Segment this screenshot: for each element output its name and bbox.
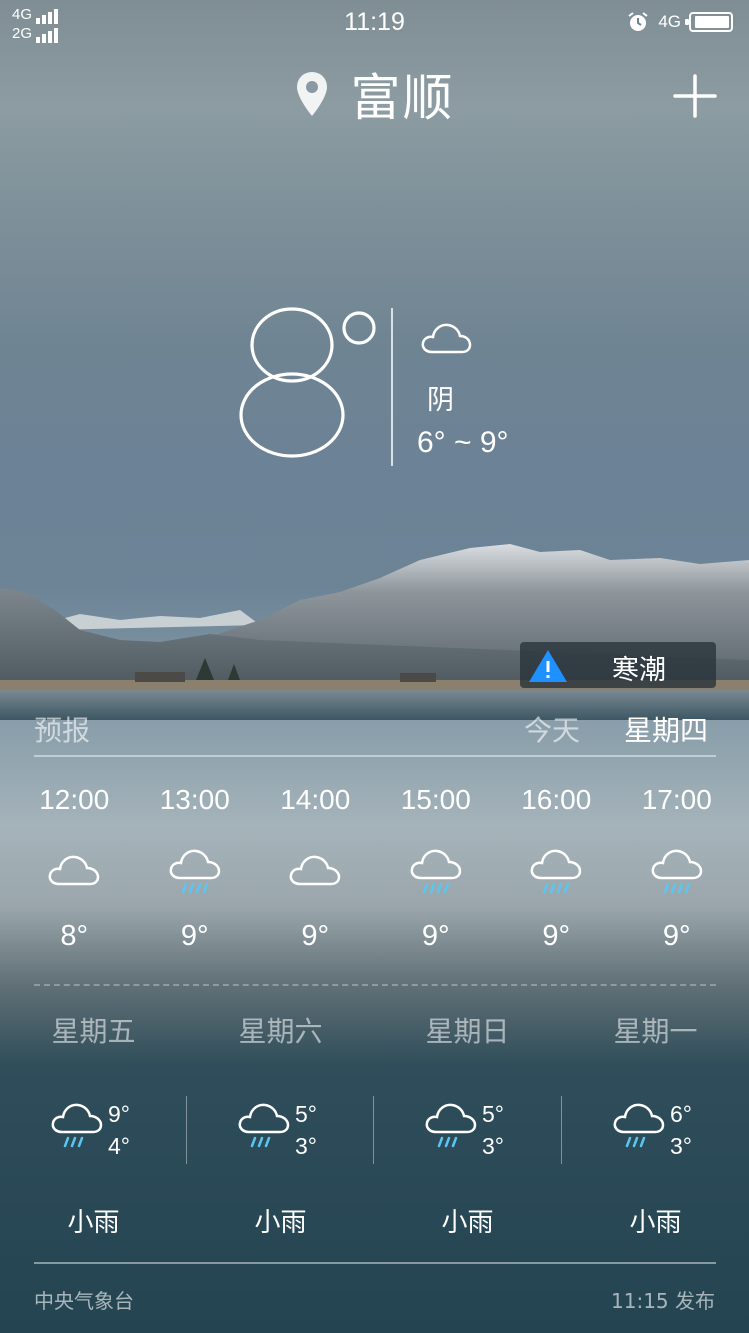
hour-time: 17:00 bbox=[641, 784, 712, 815]
day-name: 星期日 bbox=[425, 1015, 510, 1048]
cloud-icon bbox=[289, 855, 341, 886]
forecast-label: 预报 bbox=[34, 714, 91, 747]
city-header[interactable]: 富顺 bbox=[0, 58, 749, 130]
hour-time: 15:00 bbox=[400, 784, 471, 815]
hourly-forecast: 12:00 8° 13:00 9° 14:00 9° 15:00 9° 16:0… bbox=[14, 784, 738, 953]
location-pin-icon bbox=[296, 72, 327, 116]
rain-cloud-icon bbox=[530, 849, 582, 894]
day-low: 3° bbox=[670, 1133, 692, 1159]
day-high: 6° bbox=[670, 1101, 692, 1127]
publish-time: 11:15 发布 bbox=[611, 1289, 715, 1313]
hourly-daily-divider bbox=[34, 984, 716, 986]
hourly-item: 15:00 9° bbox=[376, 784, 497, 953]
rain-cloud-icon bbox=[238, 1103, 290, 1148]
network-type-right: 4G bbox=[658, 12, 681, 31]
weather-screen: 4G 2G 11:19 4G 富顺 阴 6° ~ 9° 寒潮 预报 今天 星期四… bbox=[0, 0, 749, 1333]
day-high: 5° bbox=[295, 1101, 317, 1127]
day-temp-range: 9° 4° bbox=[108, 1098, 130, 1162]
day-separator bbox=[561, 1096, 562, 1164]
hour-temp: 9° bbox=[301, 920, 330, 952]
hour-temp: 8° bbox=[60, 920, 89, 952]
current-temp-range: 6° ~ 9° bbox=[417, 426, 509, 459]
day-temp-range: 5° 3° bbox=[482, 1098, 504, 1162]
day-low: 4° bbox=[108, 1133, 130, 1159]
data-source: 中央气象台 bbox=[34, 1289, 134, 1313]
hour-time: 12:00 bbox=[39, 784, 110, 815]
footer-divider bbox=[34, 1262, 716, 1264]
day-condition: 小雨 bbox=[67, 1208, 120, 1238]
day-low: 3° bbox=[295, 1133, 317, 1159]
cloud-icon bbox=[48, 855, 100, 886]
day-low: 3° bbox=[482, 1133, 504, 1159]
current-divider bbox=[391, 308, 393, 466]
mountain-landscape bbox=[0, 544, 749, 720]
day-temp-range: 5° 3° bbox=[295, 1098, 317, 1162]
hourly-item: 13:00 9° bbox=[135, 784, 256, 953]
warning-triangle-icon bbox=[529, 650, 567, 682]
status-right: 4G bbox=[626, 10, 733, 34]
hour-temp: 9° bbox=[662, 920, 691, 952]
hour-time: 16:00 bbox=[521, 784, 592, 815]
day-condition: 小雨 bbox=[441, 1208, 494, 1238]
hourly-item: 16:00 9° bbox=[496, 784, 617, 953]
current-temperature-graphic bbox=[239, 307, 376, 458]
day-condition: 小雨 bbox=[254, 1208, 307, 1238]
current-condition: 阴 bbox=[427, 385, 454, 416]
day-temp-range: 6° 3° bbox=[670, 1098, 692, 1162]
day-separator bbox=[373, 1096, 374, 1164]
rain-cloud-icon bbox=[169, 849, 221, 894]
day-separator bbox=[186, 1096, 187, 1164]
day-name: 星期五 bbox=[51, 1015, 136, 1048]
hour-temp: 9° bbox=[421, 920, 450, 952]
rain-cloud-icon bbox=[613, 1103, 665, 1148]
rain-cloud-icon bbox=[425, 1103, 477, 1148]
hourly-item: 17:00 9° bbox=[617, 784, 738, 953]
status-bar: 4G 2G 11:19 4G bbox=[0, 0, 749, 46]
hour-temp: 9° bbox=[542, 920, 571, 952]
hour-time: 14:00 bbox=[280, 784, 351, 815]
tab-today[interactable]: 今天 bbox=[524, 709, 580, 749]
cold-wave-alert[interactable]: 寒潮 bbox=[520, 642, 716, 688]
rain-cloud-icon bbox=[410, 849, 462, 894]
rain-cloud-icon bbox=[651, 849, 703, 894]
day-name: 星期六 bbox=[238, 1015, 323, 1048]
day-high: 9° bbox=[108, 1101, 130, 1127]
alert-text: 寒潮 bbox=[612, 655, 666, 686]
cloud-icon bbox=[421, 323, 472, 354]
hourly-item: 14:00 9° bbox=[255, 784, 376, 953]
hourly-item: 12:00 8° bbox=[14, 784, 135, 953]
day-name: 星期一 bbox=[613, 1015, 698, 1048]
tab-selected-day[interactable]: 星期四 bbox=[624, 709, 708, 749]
add-city-button[interactable] bbox=[673, 74, 717, 118]
forecast-divider bbox=[34, 755, 716, 757]
hour-temp: 9° bbox=[180, 920, 209, 952]
day-condition: 小雨 bbox=[629, 1208, 682, 1238]
city-name: 富顺 bbox=[350, 69, 455, 127]
rain-cloud-icon bbox=[51, 1103, 103, 1148]
alarm-clock-icon bbox=[628, 12, 648, 31]
day-high: 5° bbox=[482, 1101, 504, 1127]
hour-time: 13:00 bbox=[159, 784, 230, 815]
battery-icon bbox=[685, 12, 733, 32]
